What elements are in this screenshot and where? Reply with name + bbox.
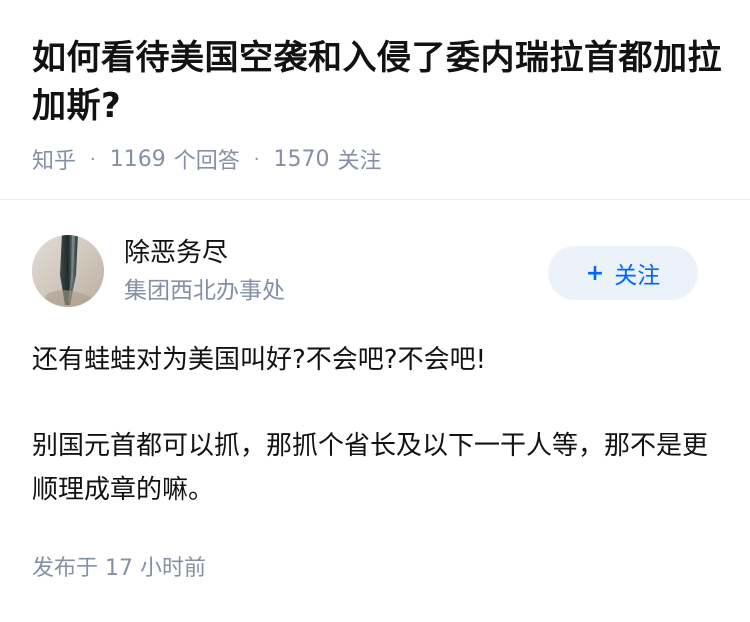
answer-publish-time: 发布于 17 小时前 (32, 556, 206, 581)
answer-content: 还有蛙蛙对为美国叫好?不会吧?不会吧! 别国元首都可以抓，那抓个省长及以下一干人… (32, 338, 722, 512)
question-title[interactable]: 如何看待美国空袭和入侵了委内瑞拉首都加拉加斯? (32, 34, 722, 130)
follow-button[interactable]: + 关注 (548, 246, 698, 300)
avatar[interactable] (32, 235, 104, 307)
answer-author: 除恶务尽 集团西北办事处 + 关注 (32, 233, 722, 311)
answer-count: 1169 (109, 146, 166, 172)
source-label: 知乎 (32, 149, 77, 174)
follower-count-label: 关注 (337, 149, 382, 174)
follow-button-label: 关注 (614, 263, 661, 289)
question-meta: 知乎 · 1169 个回答 · 1570 关注 (32, 142, 382, 176)
author-name[interactable]: 除恶务尽 (124, 235, 228, 271)
question-header: 如何看待美国空袭和入侵了委内瑞拉首都加拉加斯? 知乎 · 1169 个回答 · … (0, 0, 750, 200)
knife-blade-avatar-icon (32, 235, 104, 307)
answer-page: 如何看待美国空袭和入侵了委内瑞拉首都加拉加斯? 知乎 · 1169 个回答 · … (0, 0, 750, 622)
meta-separator: · (253, 148, 260, 170)
author-bio: 集团西北办事处 (124, 278, 285, 304)
answer-paragraph: 还有蛙蛙对为美国叫好?不会吧?不会吧! (32, 345, 487, 375)
answer-count-label: 个回答 (173, 149, 240, 174)
answer-paragraph: 别国元首都可以抓，那抓个省长及以下一干人等，那不是更顺理成章的嘛。 (32, 431, 709, 505)
meta-separator: · (90, 148, 96, 170)
plus-icon: + (585, 260, 605, 286)
follower-count: 1570 (273, 146, 330, 172)
